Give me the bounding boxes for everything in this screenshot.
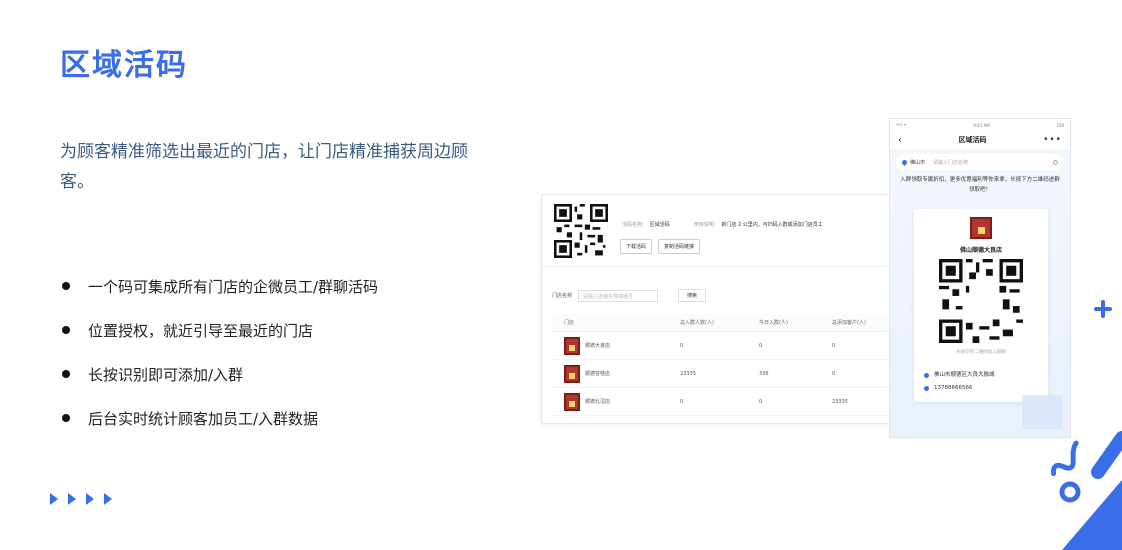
total-cell: 0 [680,342,684,349]
feature-item: 长按识别即可添加/入群 [60,352,378,396]
table-row[interactable]: 顺德北滘店 0 0 23335 [552,388,892,416]
arrow-right-icon [104,493,112,505]
city-selector[interactable]: 佛山市 [910,159,925,166]
store-search-input[interactable]: 请输入门店名称 [933,159,1053,166]
qr-code-icon[interactable] [939,259,1023,343]
total-cell: 0 [680,398,684,405]
bullet-icon [62,282,70,290]
added-cell: 0 [832,370,836,377]
location-icon [924,373,929,378]
phone-navbar: ‹ 区域活码 ••• [890,131,1070,149]
page-title: 区域活码 [60,48,188,83]
store-image [970,217,992,239]
store-thumbnail [564,392,580,411]
store-cell: 顺德大良店 [552,336,680,355]
arrow-right-icon [86,493,94,505]
admin-search-row: 门店名称 请输入店铺名称或编号 搜索 [552,289,707,302]
bullet-icon [62,414,70,422]
admin-meta: 活码名称: 区域活码 使用说明: 新门店 2 公里内，可扫码入群或添加门店员工 [622,221,841,228]
meta-desc-value: 新门店 2 公里内，可扫码入群或添加门店员工 [721,222,823,228]
copy-link-button[interactable]: 复制活码链接 [658,239,701,254]
feature-label: 长按识别即可添加/入群 [88,365,244,384]
table-row[interactable]: 顺德容桂店 23335 336 0 [552,360,892,388]
feature-item: 位置授权，就近引导至最近的门店 [60,308,378,352]
qr-code-icon [554,204,608,258]
store-thumbnail [564,364,580,383]
table-header: 门店 总入群人数(人) 今日入群(人) 总添加客户(人) [552,314,892,332]
bullet-icon [62,326,70,334]
feature-label: 后台实时统计顾客加员工/入群数据 [88,409,319,428]
battery-icon: 100 [1056,122,1064,128]
bullet-icon [62,370,70,378]
feature-item: 后台实时统计顾客加员工/入群数据 [60,396,378,440]
feature-item: 一个码可集成所有门店的企微员工/群聊活码 [60,264,378,308]
download-code-button[interactable]: 下载活码 [620,239,653,254]
store-address: 佛山市顺德区大良大融城 [934,372,995,378]
feature-label: 一个码可集成所有门店的企微员工/群聊活码 [88,277,379,296]
meta-name-value: 区域活码 [649,222,670,228]
location-icon [900,158,909,166]
column-header: 总添加客户(人) [832,320,866,326]
added-cell: 0 [832,342,836,349]
back-icon[interactable]: ‹ [898,135,902,146]
store-cell: 顺德容桂店 [552,364,680,383]
added-cell: 23335 [832,398,848,405]
store-name: 顺德容桂店 [585,371,611,377]
today-cell: 0 [759,342,763,349]
feature-list: 一个码可集成所有门店的企微员工/群聊活码 位置授权，就近引导至最近的门店 长按识… [60,264,378,440]
meta-desc-key: 使用说明: [693,222,716,228]
plus-icon [1094,300,1112,318]
store-name: 顺德北滘店 [585,399,611,405]
total-cell: 23335 [680,370,696,377]
table-row[interactable]: 顺德大良店 0 0 0 [552,332,892,360]
signal-icon: •ııl ᯤ [896,122,907,127]
phone-mockup: •ııl ᯤ 9:41 AM 100 ‹ 区域活码 ••• 佛山市 请输入门店名… [889,118,1071,438]
phone-icon [924,386,929,391]
admin-header: 活码名称: 区域活码 使用说明: 新门店 2 公里内，可扫码入群或添加门店员工 … [542,195,892,267]
store-card: 佛山顺德大良店 长按识别二维码加入群聊 佛山市顺德区大良大融城 13788666… [914,209,1048,402]
status-time: 9:41 AM [973,122,990,128]
column-header: 今日入群(人) [759,320,788,326]
arrow-right-icon [50,493,58,505]
qr-hint: 长按识别二维码加入群聊 [956,350,1006,355]
more-icon[interactable]: ••• [1043,135,1062,145]
store-name: 顺德大良店 [585,343,611,349]
arrow-right-icon [68,493,76,505]
search-label: 门店名称 [552,293,573,299]
decorative-arrows [50,493,112,505]
intro-text: 为顾客精准筛选出最近的门店，让门店精准捕获周边顾客。 [60,142,468,192]
status-bar: •ııl ᯤ 9:41 AM 100 [890,119,1070,131]
store-search-input[interactable]: 请输入店铺名称或编号 [578,289,659,302]
feature-label: 位置授权，就近引导至最近的门店 [88,321,314,340]
column-header: 总入群人数(人) [680,320,714,326]
today-cell: 0 [759,398,763,405]
search-button[interactable]: 搜索 [678,289,707,302]
store-thumbnail [564,336,580,355]
phone-search-bar[interactable]: 佛山市 请输入门店名称 [896,154,1064,170]
admin-panel-mockup: 活码名称: 区域活码 使用说明: 新门店 2 公里内，可扫码入群或添加门店员工 … [541,194,893,424]
address-row: 佛山市顺德区大良大融城 [924,369,995,382]
store-info: 佛山市顺德区大良大融城 13788666566 [924,369,995,395]
store-name: 佛山顺德大良店 [959,247,1002,254]
promo-notice: 入群领取专属折扣，更多优惠福利等你来拿，长按下方二维码进群领取吧！ [900,177,1060,193]
meta-name-key: 活码名称: [622,222,644,228]
store-table: 门店 总入群人数(人) 今日入群(人) 总添加客户(人) 顺德大良店 0 0 0… [552,314,892,416]
decorative-stripes [1051,431,1122,550]
store-cell: 顺德北滘店 [552,392,680,411]
store-phone[interactable]: 13788666566 [934,382,973,395]
phone-row[interactable]: 13788666566 [924,382,995,395]
phone-nav-title: 区域活码 [958,136,987,144]
column-header: 门店 [564,320,575,326]
today-cell: 336 [759,370,769,377]
search-icon[interactable] [1053,159,1058,165]
admin-buttons: 下载活码 复制活码链接 [620,239,701,254]
